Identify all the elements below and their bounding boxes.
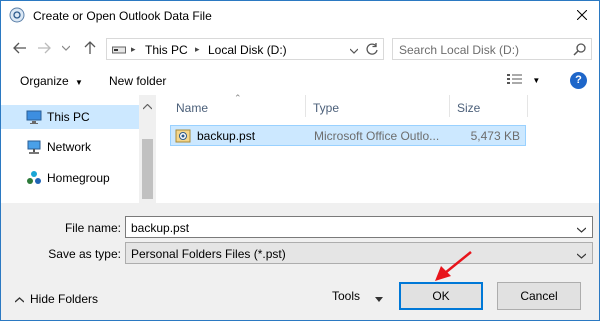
file-row[interactable]: backup.pst Microsoft Office Outlo... 5,4…	[170, 125, 526, 146]
file-name: backup.pst	[197, 129, 256, 143]
monitor-icon	[26, 109, 42, 125]
file-name-label: File name:	[64, 221, 121, 235]
sidebar-item-network[interactable]: Network	[1, 135, 139, 159]
dialog-window: Create or Open Outlook Data File ▸ This …	[0, 0, 600, 321]
sidebar-item-label: Network	[47, 140, 92, 154]
tools-button[interactable]: Tools	[332, 289, 360, 303]
chevron-down-icon	[349, 48, 359, 54]
command-toolbar: Organize ▼ New folder ▼ ?	[1, 67, 599, 95]
homegroup-icon	[26, 170, 42, 186]
tools-dropdown[interactable]	[375, 291, 383, 305]
column-divider[interactable]	[305, 95, 306, 117]
network-icon	[26, 139, 42, 155]
sidebar-item-label: This PC	[47, 110, 90, 124]
search-icon[interactable]	[573, 43, 586, 59]
save-as-type-label: Save as type:	[48, 247, 121, 261]
save-as-type-dropdown[interactable]	[576, 248, 587, 262]
column-header-type[interactable]: Type	[313, 101, 339, 115]
recent-locations-button[interactable]	[57, 39, 75, 57]
back-button[interactable]	[11, 39, 29, 57]
help-button[interactable]: ?	[570, 72, 587, 89]
cancel-button[interactable]: Cancel	[497, 282, 581, 310]
file-name-input[interactable]: backup.pst	[131, 221, 189, 235]
sidebar-item-homegroup[interactable]: Homegroup	[1, 166, 139, 190]
sort-ascending-icon: ⌃	[234, 93, 242, 103]
pst-file-icon	[175, 128, 191, 144]
scroll-up-icon[interactable]	[142, 99, 153, 113]
scrollbar-thumb[interactable]	[142, 139, 153, 199]
file-name-dropdown[interactable]	[576, 222, 587, 236]
details-view-icon	[507, 74, 522, 84]
navigation-pane: This PC Network Homegroup	[1, 95, 156, 203]
address-bar[interactable]: ▸ This PC ▸ Local Disk (D:)	[106, 38, 384, 60]
new-folder-button[interactable]: New folder	[109, 74, 166, 88]
title-bar: Create or Open Outlook Data File	[1, 1, 599, 31]
save-as-type-select[interactable]: Personal Folders Files (*.pst)	[125, 242, 593, 264]
file-size: 5,473 KB	[470, 129, 520, 143]
caret-down-icon	[375, 297, 383, 302]
back-arrow-icon	[13, 42, 26, 54]
refresh-button[interactable]	[364, 41, 380, 57]
chevron-down-icon	[62, 45, 70, 51]
breadcrumb-separator-icon: ▸	[131, 44, 136, 54]
breadcrumb-separator-icon: ▸	[195, 44, 200, 54]
drive-icon	[112, 44, 126, 58]
column-divider[interactable]	[449, 95, 450, 117]
chevron-down-icon	[576, 253, 587, 259]
breadcrumb-local-disk[interactable]: Local Disk (D:)	[208, 43, 287, 57]
organize-button[interactable]: Organize ▼	[20, 74, 83, 88]
chevron-up-icon	[14, 292, 25, 306]
file-list-pane: Name ⌃ Type Size backup.pst Microsoft Of…	[156, 93, 599, 203]
caret-down-icon: ▼	[532, 76, 541, 85]
up-button[interactable]	[81, 39, 99, 57]
outlook-data-file-icon	[9, 7, 25, 23]
column-divider[interactable]	[527, 95, 528, 117]
search-input[interactable]: Search Local Disk (D:)	[399, 43, 519, 57]
organize-label: Organize	[20, 74, 69, 88]
column-header-name[interactable]: Name	[176, 101, 208, 115]
refresh-icon	[366, 43, 378, 55]
file-name-field[interactable]: backup.pst	[125, 216, 593, 238]
sidebar-item-label: Homegroup	[47, 171, 110, 185]
close-icon	[577, 10, 587, 20]
ok-button[interactable]: OK	[399, 282, 483, 310]
up-arrow-icon	[84, 41, 96, 54]
hide-folders-label: Hide Folders	[30, 292, 99, 306]
view-options-button[interactable]: ▼	[507, 73, 540, 88]
address-dropdown-button[interactable]	[349, 43, 359, 57]
navigation-scrollbar[interactable]	[139, 95, 156, 203]
breadcrumb-this-pc[interactable]: This PC	[145, 43, 188, 57]
hide-folders-button[interactable]: Hide Folders	[14, 292, 99, 306]
navigation-row: ▸ This PC ▸ Local Disk (D:) Search Local…	[1, 31, 599, 67]
forward-button[interactable]	[35, 39, 53, 57]
sidebar-item-this-pc[interactable]: This PC	[1, 105, 139, 129]
column-header-size[interactable]: Size	[457, 101, 480, 115]
chevron-down-icon	[576, 227, 587, 233]
save-as-type-value: Personal Folders Files (*.pst)	[131, 247, 286, 261]
close-button[interactable]	[571, 5, 593, 25]
caret-down-icon: ▼	[75, 78, 83, 87]
window-title: Create or Open Outlook Data File	[33, 9, 212, 23]
forward-arrow-icon	[38, 42, 51, 54]
file-type: Microsoft Office Outlo...	[314, 129, 440, 143]
search-box[interactable]: Search Local Disk (D:)	[392, 38, 592, 60]
